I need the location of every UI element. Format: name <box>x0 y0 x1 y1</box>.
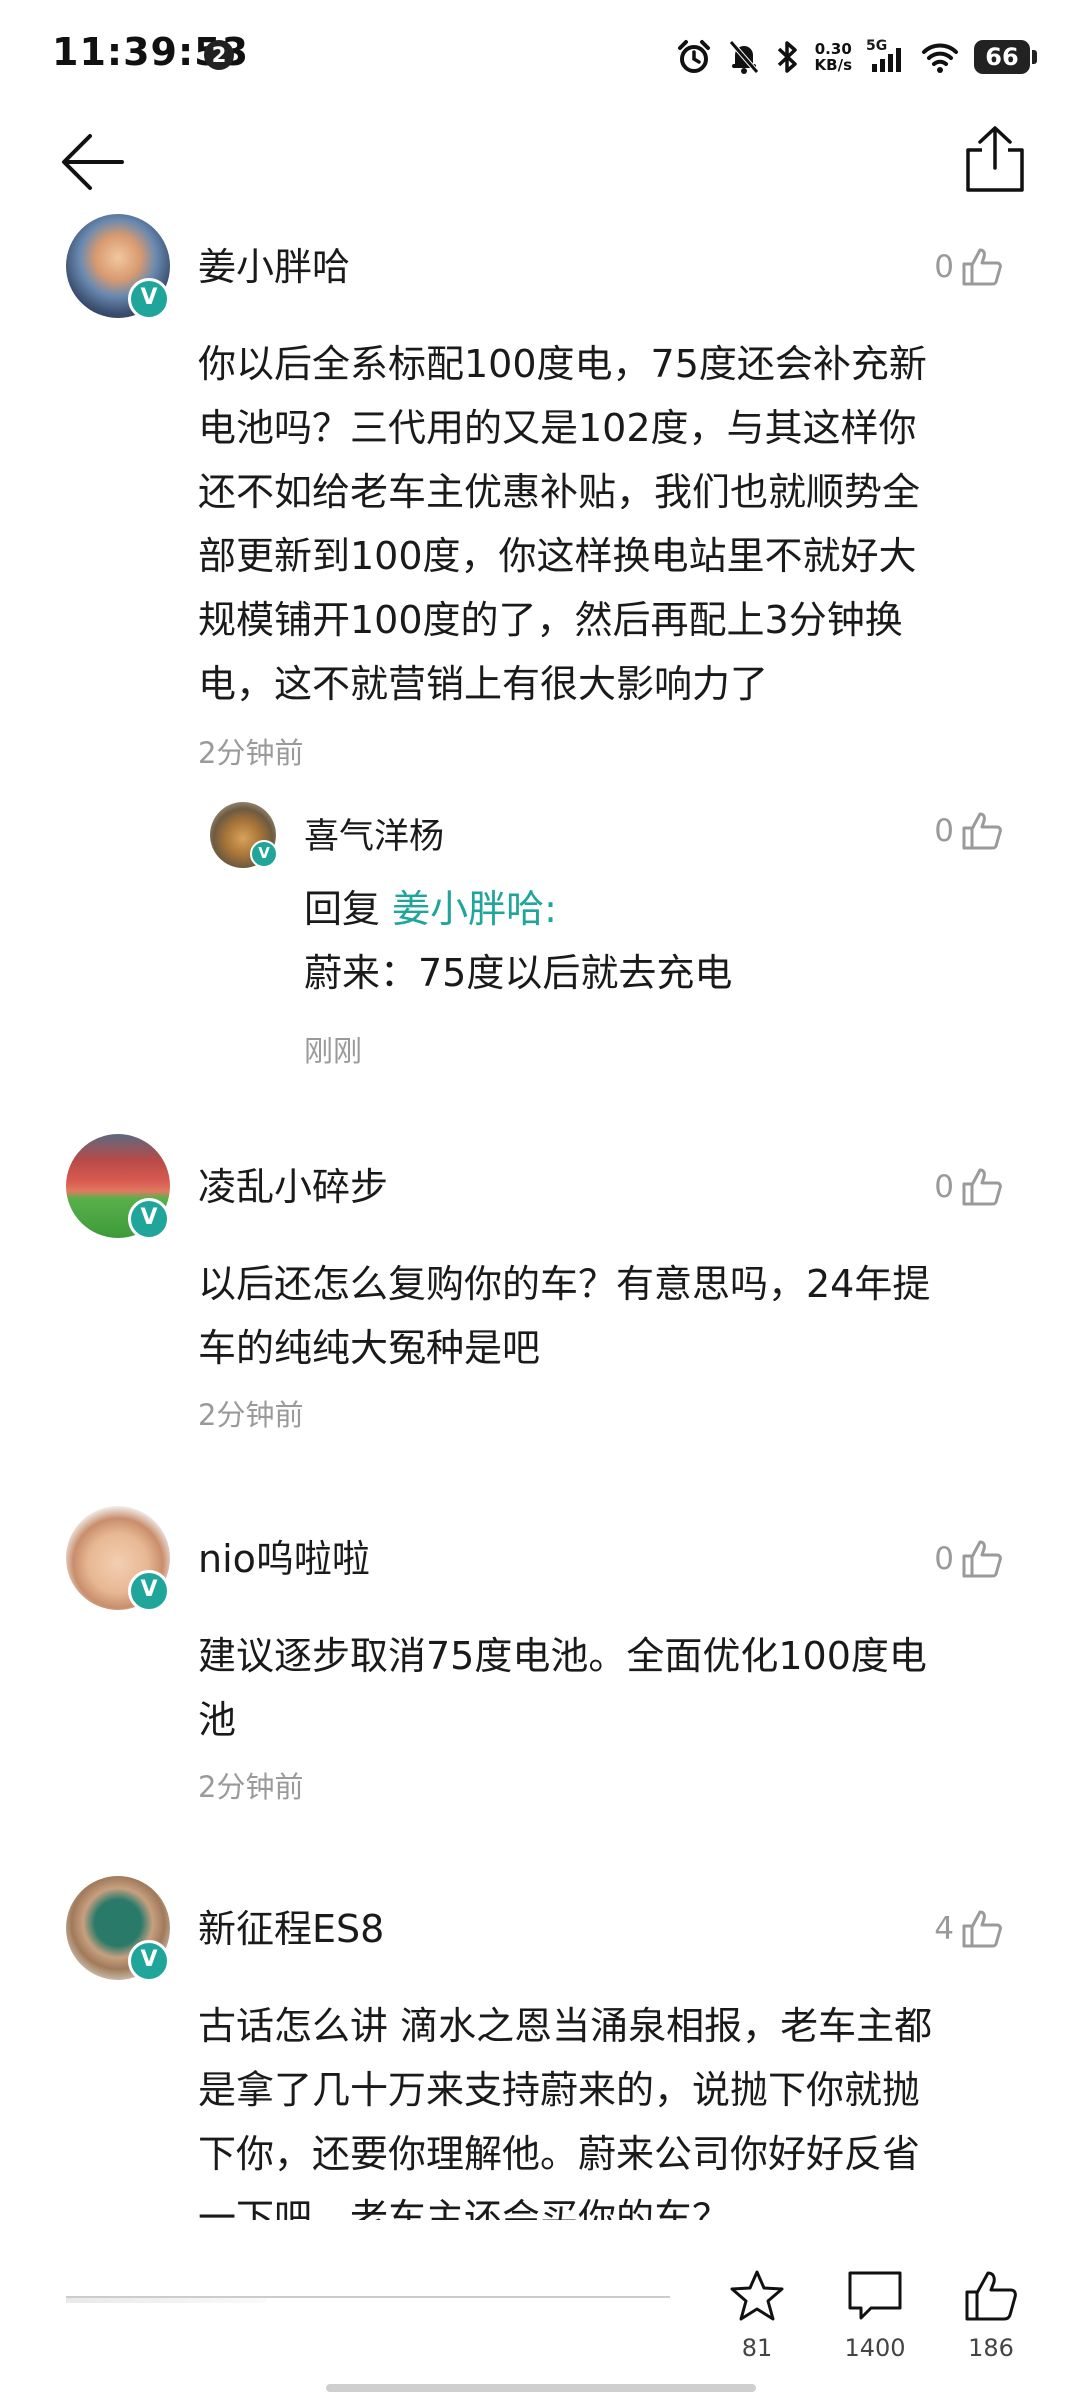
thumbs-up-icon <box>962 1168 1002 1206</box>
reply-prefix: 回复 <box>304 887 393 931</box>
comment-timestamp: 2分钟前 <box>198 736 304 770</box>
reply-like-button[interactable]: 0 <box>934 810 1004 852</box>
status-bar: 11:39:53 2 0.30 KB/s 5G 66 <box>0 0 1080 110</box>
battery-indicator: 66 <box>974 40 1037 74</box>
comment-username[interactable]: 凌乱小碎步 <box>198 1156 388 1211</box>
alarm-icon <box>677 40 710 73</box>
thumbs-up-icon <box>962 1540 1002 1578</box>
like-button[interactable]: 186 <box>946 2268 1036 2362</box>
comment-timestamp: 2分钟前 <box>198 1398 304 1432</box>
network-speed-unit: KB/s <box>814 56 852 74</box>
status-indicators: 0.30 KB/s 5G 66 <box>675 34 1037 80</box>
comments-count: 1400 <box>844 2334 906 2362</box>
verified-badge: V <box>128 278 170 320</box>
favorite-count: 81 <box>741 2334 773 2362</box>
verified-badge: V <box>128 1198 170 1240</box>
comment-like-button[interactable]: 0 <box>934 246 1004 288</box>
share-button[interactable] <box>960 120 1030 200</box>
star-icon <box>730 2270 784 2321</box>
comment-text-line: 车的纯纯大冤种是吧 <box>198 1326 541 1370</box>
comment-text: 你以后全系标配100度电，75度还会补充新 电池吗？三代用的又是102度，与其这… <box>198 332 1018 716</box>
comment-text-line: 规模铺开100度的了，然后再配上3分钟换 <box>198 598 903 642</box>
comment-text-line: 下你，还要你理解他。蔚来公司你好好反省 <box>198 2132 921 2176</box>
comment-text: 古话怎么讲 滴水之恩当涌泉相报，老车主都 是拿了几十万来支持蔚来的，说抛下你就抛… <box>198 1994 1018 2250</box>
mute-bell-icon <box>728 40 759 74</box>
reply-like-count: 0 <box>934 813 954 849</box>
comment-text-line: 建议逐步取消75度电池。全面优化100度电 <box>198 1634 927 1678</box>
verified-badge: V <box>250 840 278 868</box>
notification-count-badge: 2 <box>204 40 234 70</box>
reply-username[interactable]: 喜气洋杨 <box>304 808 444 859</box>
thumbs-up-icon <box>962 1910 1002 1948</box>
network-speed: 0.30 KB/s <box>815 41 852 73</box>
comment-like-button[interactable]: 0 <box>934 1538 1004 1580</box>
wifi-icon <box>922 43 958 73</box>
comment-item: V 姜小胖哈 0 你以后全系标配100度电，75度还会补充新 电池吗？三代用的又… <box>0 210 1080 1070</box>
comment-like-count: 4 <box>934 1911 954 1947</box>
comment-text-line: 你以后全系标配100度电，75度还会补充新 <box>198 342 927 386</box>
comment-item: V 凌乱小碎步 0 以后还怎么复购你的车？有意思吗，24年提 车的纯纯大冤种是吧… <box>0 1130 1080 1450</box>
reply-timestamp: 刚刚 <box>304 1034 363 1068</box>
reply-target-username[interactable]: 姜小胖哈: <box>392 887 557 931</box>
bluetooth-icon <box>777 41 797 73</box>
comment-text-line: 电池吗？三代用的又是102度，与其这样你 <box>198 406 917 450</box>
home-indicator[interactable] <box>326 2384 756 2392</box>
comment-text: 建议逐步取消75度电池。全面优化100度电 池 <box>198 1624 1018 1752</box>
reply-header: 回复 姜小胖哈: <box>304 880 557 938</box>
bottom-action-bar: 81 1400 186 <box>0 2220 1080 2400</box>
signal-bars-icon <box>872 48 901 72</box>
verified-badge: V <box>128 1940 170 1982</box>
comment-like-count: 0 <box>934 1541 954 1577</box>
comment-text-line: 以后还怎么复购你的车？有意思吗，24年提 <box>198 1262 931 1306</box>
comment-username[interactable]: 新征程ES8 <box>198 1898 384 1953</box>
comment-like-count: 0 <box>934 249 954 285</box>
thumbs-up-icon <box>965 2271 1017 2321</box>
comment-text-line: 部更新到100度，你这样换电站里不就好大 <box>198 534 917 578</box>
network-speed-value: 0.30 <box>814 40 852 58</box>
comment-text-line: 还不如给老车主优惠补贴，我们也就顺势全 <box>198 470 921 514</box>
thumbs-up-icon <box>962 248 1002 286</box>
comment-text-line: 池 <box>198 1698 237 1742</box>
comment-like-count: 0 <box>934 1169 954 1205</box>
thumbs-up-icon <box>962 812 1002 850</box>
comments-button[interactable]: 1400 <box>830 2268 920 2362</box>
comment-bubble-icon <box>848 2271 902 2320</box>
share-icon <box>966 126 1024 192</box>
comment-text-line: 古话怎么讲 滴水之恩当涌泉相报，老车主都 <box>198 2004 933 2048</box>
back-button[interactable] <box>56 122 136 202</box>
comment-timestamp: 2分钟前 <box>198 1770 304 1804</box>
comment-text-line: 是拿了几十万来支持蔚来的，说抛下你就抛 <box>198 2068 921 2112</box>
comment-username[interactable]: 姜小胖哈 <box>198 236 350 291</box>
favorite-button[interactable]: 81 <box>712 2268 802 2362</box>
comment-item: V nio呜啦啦 0 建议逐步取消75度电池。全面优化100度电 池 2分钟前 <box>0 1502 1080 1822</box>
comment-like-button[interactable]: 4 <box>934 1908 1004 1950</box>
like-count: 186 <box>968 2334 1014 2362</box>
comment-like-button[interactable]: 0 <box>934 1166 1004 1208</box>
comment-item: V 新征程ES8 4 古话怎么讲 滴水之恩当涌泉相报，老车主都 是拿了几十万来支… <box>0 1872 1080 2240</box>
comment-text: 以后还怎么复购你的车？有意思吗，24年提 车的纯纯大冤种是吧 <box>198 1252 1018 1380</box>
comment-username[interactable]: nio呜啦啦 <box>198 1528 370 1583</box>
cellular-signal: 5G <box>866 38 906 76</box>
arrow-left-icon <box>62 134 124 190</box>
comment-text-line: 电，这不就营销上有很大影响力了 <box>198 662 769 706</box>
verified-badge: V <box>128 1570 170 1612</box>
reply-text: 蔚来：75度以后就去充电 <box>304 951 733 995</box>
comment-input-underline <box>66 2296 670 2298</box>
